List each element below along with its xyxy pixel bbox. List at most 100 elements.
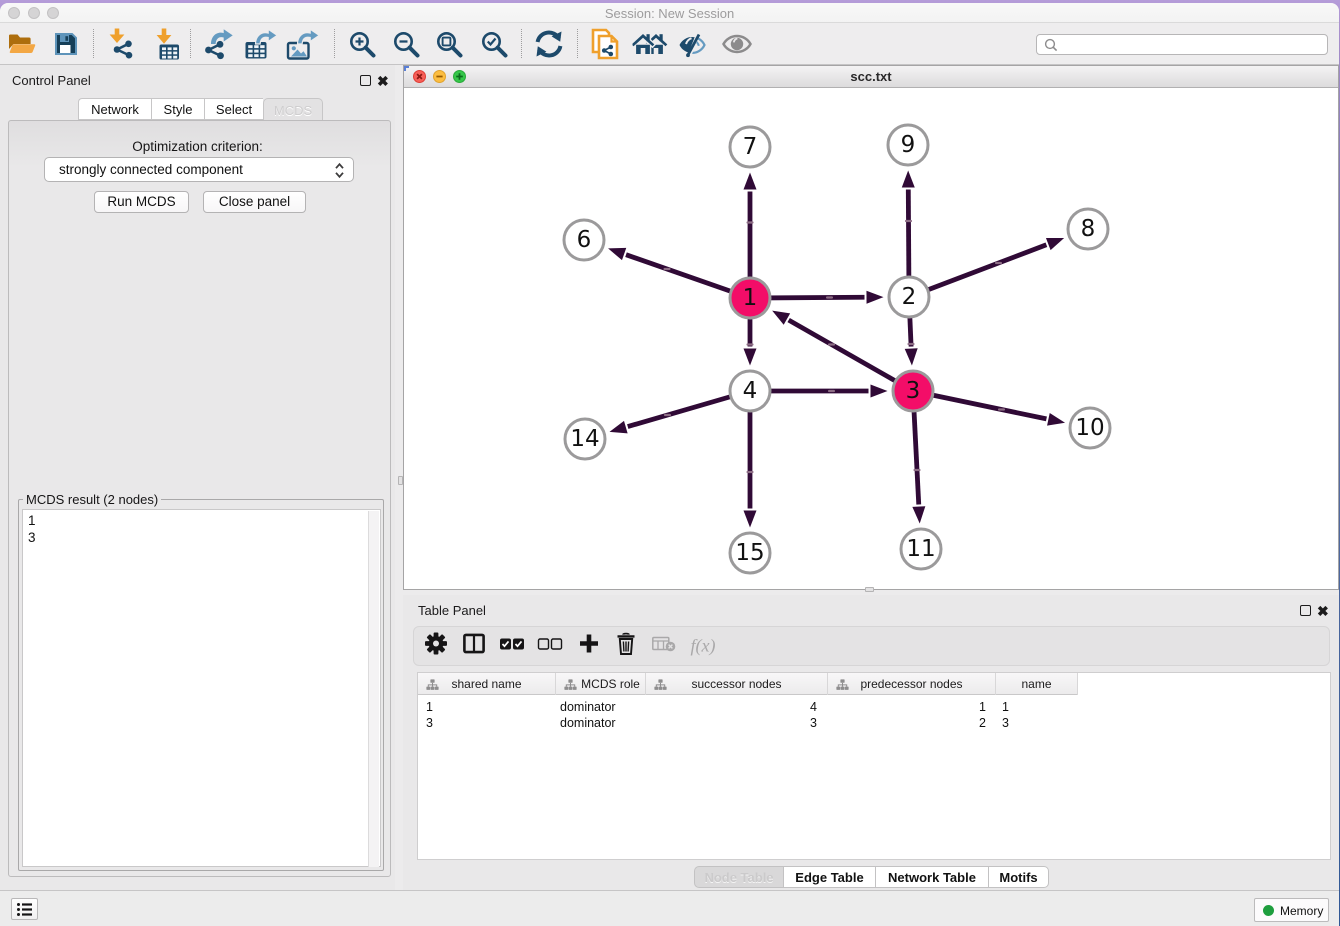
dropdown-value: strongly connected component (59, 162, 243, 177)
table-toolbar: f(x) (413, 626, 1330, 666)
column-header-MCDS-role[interactable]: MCDS role (556, 673, 646, 695)
graph-node-label-3: 3 (906, 378, 921, 404)
network-window-title: scc.txt (404, 69, 1338, 84)
column-header-name[interactable]: name (996, 673, 1078, 695)
hide-details-icon-glyph (678, 30, 708, 58)
unselect-all-columns-icon-glyph (538, 638, 563, 650)
zoom-out-icon[interactable] (389, 28, 423, 60)
select-all-columns-icon-glyph (500, 638, 525, 650)
control-tab-style[interactable]: Style (151, 98, 204, 120)
open-file-icon[interactable] (5, 28, 39, 60)
add-column-icon[interactable] (579, 634, 599, 659)
mcds-result-textarea[interactable]: 1 3 (22, 509, 381, 867)
arrowhead-4-3 (871, 385, 888, 398)
table-row[interactable]: 3dominator323 (418, 715, 1078, 731)
split-view-icon[interactable] (463, 634, 485, 659)
column-header-successor-nodes[interactable]: successor nodes (646, 673, 828, 695)
arrowhead-3-11 (912, 506, 925, 523)
arrowhead-4-15 (744, 511, 757, 528)
delete-column-icon[interactable] (616, 632, 636, 660)
import-network-icon[interactable] (105, 28, 139, 60)
column-header-shared-name[interactable]: shared name (418, 673, 556, 695)
table-cell: 3 (646, 715, 828, 731)
add-column-icon-glyph (579, 634, 599, 654)
float-panel-icon[interactable] (360, 75, 371, 86)
import-table-icon[interactable] (149, 28, 183, 60)
toolbar-separator (521, 29, 522, 58)
close-panel-button[interactable]: Close panel (203, 191, 306, 213)
column-header-predecessor-nodes[interactable]: predecessor nodes (828, 673, 996, 695)
column-type-tree-icon (426, 679, 439, 691)
edge-2-8[interactable] (909, 245, 1046, 297)
table-tab-network-table[interactable]: Network Table (875, 866, 988, 888)
import-network-icon-glyph (107, 28, 137, 60)
export-table-icon[interactable] (244, 28, 278, 60)
hide-details-icon[interactable] (676, 28, 710, 60)
control-tab-mcds[interactable]: MCDS (263, 98, 323, 121)
graph-node-label-15: 15 (735, 540, 764, 566)
table-tab-edge-table[interactable]: Edge Table (783, 866, 875, 888)
toolbar-separator (93, 29, 94, 58)
optimization-criterion-label: Optimization criterion: (0, 139, 395, 154)
edge-label-mark (914, 469, 921, 471)
result-scrollbar[interactable] (368, 511, 379, 867)
edge-label-mark (747, 471, 754, 473)
table-row[interactable]: 1dominator411 (418, 699, 1078, 715)
clone-network-icon[interactable] (589, 28, 623, 60)
table-float-icon[interactable] (1300, 605, 1311, 616)
export-network-icon-glyph (202, 28, 234, 60)
network-graph[interactable]: 1234678910111415 (404, 88, 1338, 589)
status-bar: Memory (0, 890, 1339, 926)
save-session-icon-glyph (53, 31, 79, 57)
table-tab-motifs[interactable]: Motifs (988, 866, 1049, 888)
delete-table-icon-glyph (652, 636, 676, 652)
window-titlebar: Session: New Session (0, 3, 1339, 23)
zoom-in-icon[interactable] (345, 28, 379, 60)
export-image-icon[interactable] (286, 28, 320, 60)
gear-icon[interactable] (425, 633, 447, 660)
dropdown-arrows-icon (333, 161, 346, 180)
select-all-columns-icon[interactable] (500, 637, 525, 655)
table-cell: 1 (996, 699, 1078, 715)
zoom-fit-icon[interactable] (432, 28, 466, 60)
task-history-button[interactable] (11, 898, 38, 920)
graph-node-label-10: 10 (1075, 415, 1104, 441)
table-close-icon[interactable]: ✖ (1317, 605, 1329, 617)
memory-button[interactable]: Memory (1254, 898, 1329, 922)
column-header-label: name (1021, 677, 1051, 691)
control-tab-network[interactable]: Network (78, 98, 151, 120)
edge-label-mark (828, 390, 835, 392)
table-panel-title: Table Panel (418, 603, 486, 618)
arrowhead-3-10 (1047, 413, 1065, 426)
unselect-all-columns-icon[interactable] (538, 637, 563, 655)
first-neighbors-icon-glyph (633, 31, 668, 57)
refresh-icon[interactable] (532, 28, 566, 60)
search-input[interactable] (1063, 36, 1323, 53)
vertical-split-grip[interactable] (398, 476, 403, 485)
split-view-icon-glyph (463, 634, 485, 654)
edge-label-mark (664, 268, 671, 270)
graph-node-label-9: 9 (901, 132, 916, 158)
edge-label-mark (747, 343, 754, 345)
run-mcds-button[interactable]: Run MCDS (94, 191, 189, 213)
network-window-titlebar: scc.txt (404, 66, 1338, 88)
network-canvas[interactable]: 1234678910111415 (404, 88, 1338, 589)
optimization-criterion-dropdown[interactable]: strongly connected component (44, 157, 354, 182)
clone-network-icon-glyph (591, 28, 621, 60)
zoom-selected-icon[interactable] (477, 28, 511, 60)
save-session-icon[interactable] (49, 28, 83, 60)
delete-table-icon[interactable] (652, 636, 676, 657)
edge-label-mark (905, 220, 912, 222)
export-network-icon[interactable] (201, 28, 235, 60)
network-view-window: scc.txt 1234678910111415 (403, 65, 1339, 590)
function-builder-icon[interactable]: f(x) (691, 636, 716, 657)
horizontal-split-grip[interactable] (865, 587, 874, 592)
table-cell: 3 (418, 715, 556, 731)
arrowhead-2-8 (1046, 238, 1064, 250)
control-tab-select[interactable]: Select (204, 98, 263, 120)
close-panel-icon[interactable]: ✖ (377, 75, 389, 87)
table-tab-node-table[interactable]: Node Table (694, 866, 783, 888)
first-neighbors-icon[interactable] (633, 28, 667, 60)
table-cell: dominator (556, 699, 646, 715)
show-details-icon[interactable] (720, 28, 754, 60)
